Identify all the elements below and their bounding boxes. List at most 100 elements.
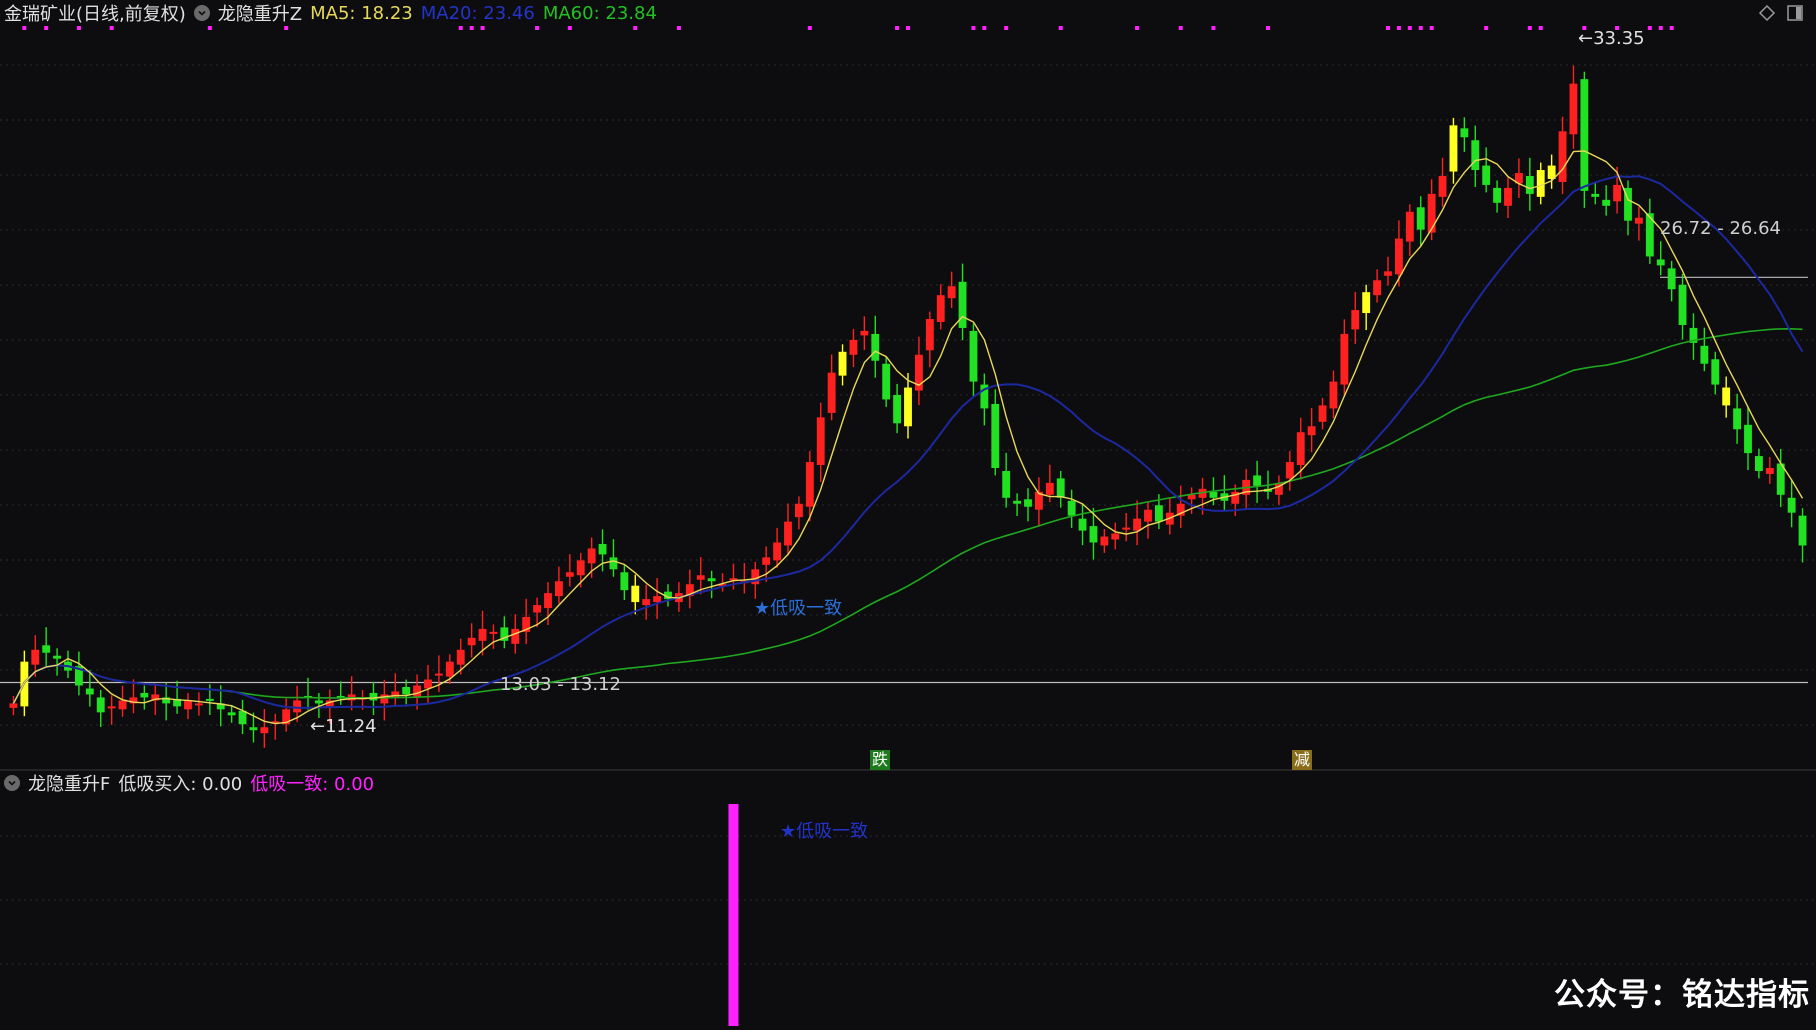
- candle-body: [434, 673, 443, 676]
- candle-body: [893, 395, 902, 424]
- candle-body: [140, 692, 149, 698]
- candle-body: [1154, 505, 1163, 522]
- candle-body: [1798, 515, 1807, 546]
- top-signal-dot: [535, 26, 540, 30]
- diamond-icon[interactable]: [1758, 4, 1776, 22]
- candle-body: [1373, 280, 1382, 296]
- candle-body: [1013, 500, 1022, 504]
- candle-body: [184, 700, 192, 710]
- candle-body: [107, 706, 116, 709]
- candle-body: [1209, 491, 1218, 498]
- ma20-line: [12, 175, 1804, 709]
- candle-body: [805, 462, 814, 507]
- candle-body: [1122, 527, 1131, 530]
- candle-body: [1602, 199, 1611, 206]
- candle-body: [1351, 310, 1360, 330]
- candle-body: [1558, 131, 1567, 182]
- candle-body: [1667, 268, 1676, 290]
- candle-body: [598, 543, 607, 555]
- signal-label-sub: ★低吸一致: [780, 821, 869, 842]
- candle-body: [489, 631, 498, 634]
- candle-body: [1504, 187, 1512, 206]
- high-value: 33.35: [1593, 28, 1645, 49]
- top-signal-dot: [458, 26, 463, 30]
- candle-body: [1722, 387, 1731, 406]
- low-annotation: ←11.24: [310, 716, 377, 737]
- candle-body: [794, 503, 803, 518]
- candle-body: [1089, 526, 1098, 543]
- high-annotation: ←33.35: [1578, 28, 1645, 49]
- main-header: 金瑞矿业(日线,前复权) 龙隐重升Z MA5: 18.23 MA20: 23.4…: [4, 0, 657, 26]
- top-signal-dot: [1658, 26, 1663, 30]
- candle-body: [1296, 432, 1305, 466]
- indicator-name: 龙隐重升Z: [217, 4, 303, 25]
- window-icon[interactable]: [1786, 4, 1804, 22]
- candle-body: [42, 645, 51, 653]
- ma20-readout: MA20: 23.46: [420, 2, 535, 24]
- top-signal-dot: [469, 26, 474, 30]
- candle-body: [1024, 499, 1032, 507]
- consensus-readout: 低吸一致: 0.00: [250, 774, 375, 795]
- top-signal-dot: [1484, 26, 1489, 30]
- candle-body: [620, 572, 629, 591]
- candle-body: [1471, 140, 1480, 171]
- candle-body: [653, 596, 662, 603]
- candle-body: [1384, 271, 1392, 276]
- candle-body: [958, 281, 967, 328]
- candle-body: [816, 417, 825, 466]
- candle-body: [1591, 193, 1600, 197]
- candle-body: [85, 688, 94, 695]
- candle-body: [533, 605, 542, 613]
- candle-body: [380, 694, 389, 704]
- candle-body: [1253, 475, 1262, 486]
- candle-body: [838, 351, 847, 376]
- candle-body: [1613, 184, 1622, 202]
- candle-body: [1700, 345, 1709, 364]
- candle-body: [762, 557, 771, 565]
- candle-body: [554, 581, 563, 597]
- top-signal-dot: [1429, 26, 1434, 30]
- candle-body: [1329, 381, 1338, 409]
- candle-body: [194, 703, 203, 706]
- collapse-circle-icon[interactable]: [4, 775, 20, 791]
- candle-body: [9, 703, 18, 708]
- ma60-readout: MA60: 23.84: [542, 2, 657, 24]
- candle-body: [402, 687, 411, 695]
- candle-body: [260, 727, 269, 734]
- candle-body: [871, 333, 880, 361]
- chart-canvas: [0, 26, 1816, 1029]
- candle-body: [413, 685, 422, 698]
- candle-body: [849, 339, 858, 355]
- candle-body: [696, 575, 705, 580]
- buy-readout: 低吸买入: 0.00: [118, 774, 243, 795]
- ma5-readout: MA5: 18.23: [310, 2, 413, 24]
- collapse-circle-icon[interactable]: [193, 5, 210, 21]
- top-signal-dot: [22, 26, 27, 30]
- candle-body: [609, 557, 618, 570]
- top-signal-dot: [1386, 26, 1390, 30]
- candle-body: [1318, 405, 1327, 422]
- candle-body: [707, 578, 716, 582]
- top-signal-dot: [480, 26, 485, 30]
- top-signal-dot: [1178, 26, 1183, 30]
- top-signal-dot: [1396, 26, 1401, 30]
- candle-body: [1362, 292, 1371, 314]
- low-value: 11.24: [325, 716, 377, 737]
- candle-body: [1449, 125, 1458, 172]
- sub-header: 龙隐重升F 低吸买入: 0.00 低吸一致: 0.00: [4, 770, 374, 796]
- top-signal-dot: [1538, 26, 1543, 30]
- candle-body: [118, 700, 127, 710]
- candle-body: [904, 387, 912, 427]
- reduce-badge: 减: [1292, 750, 1313, 770]
- candle-body: [205, 698, 214, 701]
- candle-body: [424, 679, 432, 689]
- candle-body: [1525, 176, 1534, 194]
- stock-title: 金瑞矿业(日线,前复权): [4, 4, 186, 25]
- candle-body: [827, 372, 836, 413]
- candle-body: [1733, 408, 1742, 430]
- top-signal-dot: [982, 26, 987, 30]
- chart-stage: 金瑞矿业(日线,前复权) 龙隐重升Z MA5: 18.23 MA20: 23.4…: [0, 0, 1816, 1029]
- top-signal-dot: [1527, 26, 1532, 30]
- candle-body: [1493, 187, 1502, 203]
- range-label-mid: 13.03 - 13.12: [500, 674, 621, 695]
